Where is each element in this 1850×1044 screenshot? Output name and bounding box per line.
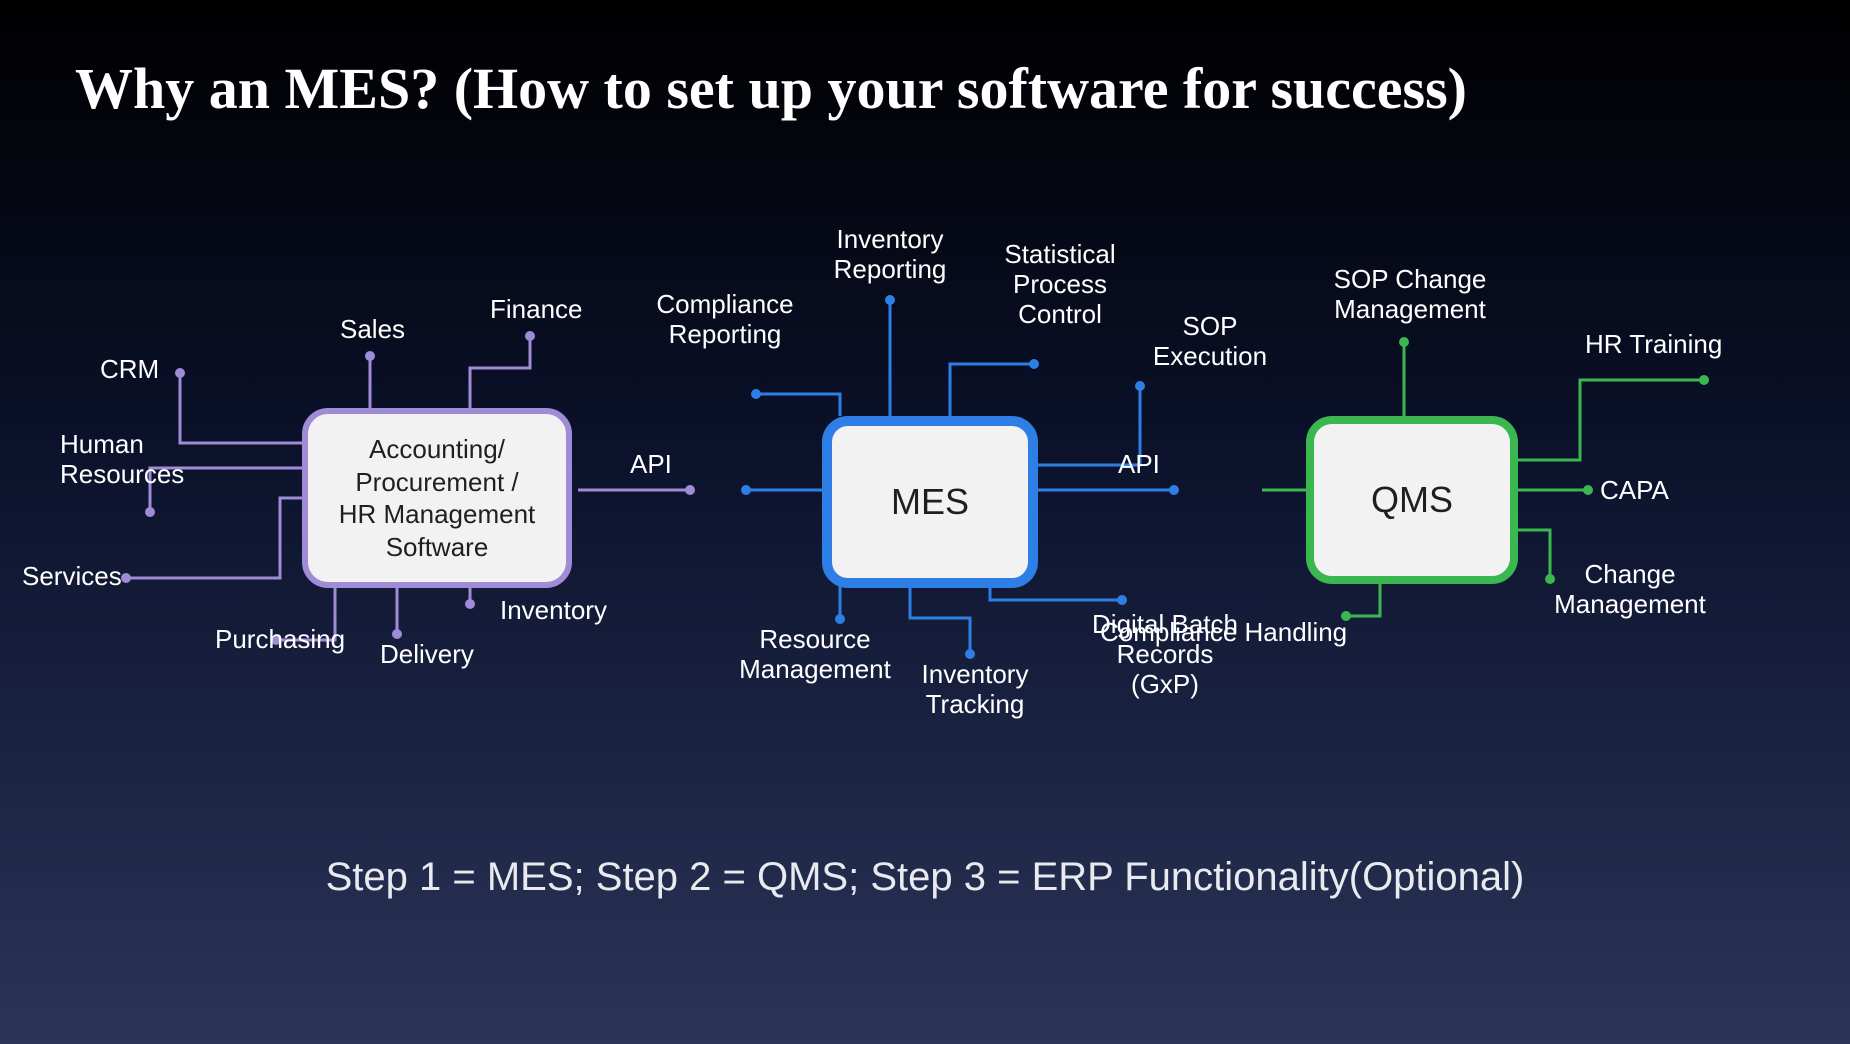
label-sop-change-management: SOP ChangeManagement [1300, 265, 1520, 325]
label-services: Services [22, 562, 122, 592]
footer-text: Step 1 = MES; Step 2 = QMS; Step 3 = ERP… [0, 855, 1850, 900]
qms-box-label: QMS [1371, 479, 1453, 521]
label-hr-training: HR Training [1585, 330, 1722, 360]
label-sop-execution: SOPExecution [1130, 312, 1290, 372]
mes-box-label: MES [891, 481, 969, 523]
label-crm: CRM [100, 355, 159, 385]
erp-box: Accounting/Procurement /HR ManagementSof… [302, 408, 572, 588]
label-resource-management: ResourceManagement [715, 625, 915, 685]
label-change-management: ChangeManagement [1530, 560, 1730, 620]
label-inventory-tracking: InventoryTracking [895, 660, 1055, 720]
label-compliance-handling: Compliance Handling [1100, 618, 1347, 648]
label-compliance-reporting: ComplianceReporting [635, 290, 815, 350]
label-statistical-process-control: StatisticalProcessControl [980, 240, 1140, 330]
label-sales: Sales [340, 315, 405, 345]
label-purchasing: Purchasing [215, 625, 345, 655]
qms-box: QMS [1306, 416, 1518, 584]
label-delivery: Delivery [380, 640, 474, 670]
mes-box: MES [822, 416, 1038, 588]
label-finance: Finance [490, 295, 583, 325]
slide-title: Why an MES? (How to set up your software… [75, 55, 1467, 122]
label-capa: CAPA [1600, 476, 1669, 506]
label-human-resources: HumanResources [60, 430, 240, 490]
slide: Why an MES? (How to set up your software… [0, 0, 1850, 1044]
label-inventory-reporting: InventoryReporting [800, 225, 980, 285]
erp-box-label: Accounting/Procurement /HR ManagementSof… [339, 433, 536, 563]
label-inventory: Inventory [500, 596, 607, 626]
label-api-mes: API [1118, 450, 1160, 480]
label-api-erp: API [630, 450, 672, 480]
